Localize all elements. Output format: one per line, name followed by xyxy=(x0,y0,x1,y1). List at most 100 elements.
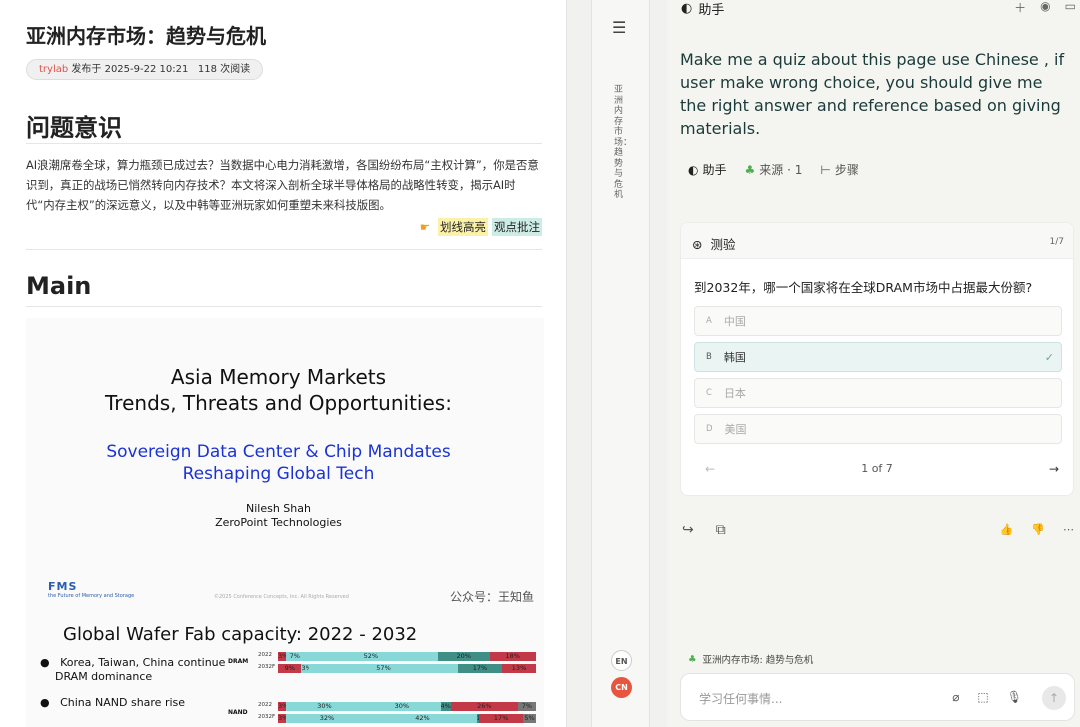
check-icon: ✓ xyxy=(1044,351,1054,364)
quiz-option-b[interactable]: B 韩国 ✓ xyxy=(694,342,1062,372)
dram-label: DRAM xyxy=(228,658,249,665)
divider xyxy=(26,306,542,307)
bar-segment: 13% xyxy=(502,664,536,673)
edit-icon[interactable]: ⧉ xyxy=(716,522,726,538)
comment-legend[interactable]: 观点批注 xyxy=(492,218,542,236)
assistant-logo-icon: ◐ xyxy=(688,162,699,177)
bar-segment: 30% xyxy=(363,702,441,711)
nand-label: NAND xyxy=(228,709,248,716)
slide-title-line2: Trends, Threats and Opportunities: xyxy=(105,391,452,415)
slide-image-capacity: Global Wafer Fab capacity: 2022 - 2032 ●… xyxy=(26,618,544,727)
bar-segment: 52% xyxy=(303,652,438,661)
menu-icon[interactable]: ☰ xyxy=(612,18,626,37)
more-icon[interactable]: ⋯ xyxy=(1063,523,1074,536)
bullet-item-continued: DRAM dominance xyxy=(55,670,153,683)
side-rail: ☰ 亚洲内存市场：趋势与危机 EN CN xyxy=(591,0,650,727)
intro-paragraph: AI浪潮席卷全球，算力瓶颈已成过去？当数据中心电力消耗激增，各国纷纷布局“主权计… xyxy=(26,158,539,212)
bar-segment: 3% xyxy=(301,664,310,673)
highlight-legend[interactable]: 划线高亮 xyxy=(438,218,488,236)
paperclip-icon[interactable]: ⌀ xyxy=(952,690,959,704)
pointing-hand-icon: ☛ xyxy=(419,220,430,234)
thumbs-down-icon[interactable]: 👎 xyxy=(1031,523,1045,536)
capacity-bar-row: 3%30%30%4%26%7% xyxy=(278,702,536,711)
bar-segment: 3% xyxy=(278,652,286,661)
screenshot-icon[interactable]: ⬚ xyxy=(977,690,988,704)
bar-segment: 42% xyxy=(368,714,477,723)
brain-icon: ⊛ xyxy=(692,237,703,252)
capacity-bar-row: 3%7%52%20%18% xyxy=(278,652,536,661)
bar-segment: 5% xyxy=(523,714,536,723)
bar-year-label: 2032F xyxy=(258,714,276,720)
read-count: 118 次阅读 xyxy=(197,64,251,75)
microphone-icon[interactable]: 🎙 xyxy=(1007,690,1022,704)
author-link[interactable]: trylab xyxy=(39,64,68,75)
publish-date: 发布于 2025-9-22 10:21 xyxy=(71,64,189,75)
cactus-icon: ♣ xyxy=(744,162,756,177)
context-label: 亚洲内存市场: 趋势与危机 xyxy=(702,655,814,666)
bar-segment: 20% xyxy=(437,652,490,661)
divider xyxy=(26,143,542,144)
article-meta: trylab 发布于 2025-9-22 10:21 118 次阅读 xyxy=(26,59,264,80)
annotation-legend: ☛ 划线高亮 观点批注 xyxy=(420,218,542,236)
section-heading: 问题意识 xyxy=(26,114,122,142)
bar-segment: 57% xyxy=(309,664,458,673)
vertical-doc-title: 亚洲内存市场：趋势与危机 xyxy=(614,85,633,200)
plus-icon[interactable]: ＋ xyxy=(1014,0,1026,16)
slide-copyright: ©2025 Conference Concepts, Inc. All Righ… xyxy=(214,594,349,600)
slide-image-title: Asia Memory Markets Trends, Threats and … xyxy=(26,318,544,618)
quiz-pager: 1 of 7 xyxy=(861,462,893,475)
feedback-actions: 👍 👎 ⋯ xyxy=(1000,523,1074,536)
slide-speaker: Nilesh Shah xyxy=(246,502,311,515)
capacity-bar-row: 3%32%42%1%17%5% xyxy=(278,714,536,723)
header-actions: ＋ ◉ ▭ xyxy=(1014,0,1076,16)
cactus-icon: ♣ xyxy=(688,653,697,665)
lang-cn-button[interactable]: CN xyxy=(611,677,632,698)
broadcast-icon[interactable]: ◉ xyxy=(1040,0,1050,16)
steps-icon: ⊢ xyxy=(820,162,831,177)
send-button[interactable]: ↑ xyxy=(1042,686,1066,710)
tab-steps[interactable]: ⊢ 步骤 xyxy=(820,161,858,178)
thumbs-up-icon[interactable]: 👍 xyxy=(1000,523,1014,536)
bar-segment: 18% xyxy=(489,652,536,661)
wechat-watermark: 公众号：王知鱼 xyxy=(449,590,534,604)
tab-sources[interactable]: ♣ 来源 · 1 xyxy=(745,161,803,178)
bar-segment: 9% xyxy=(278,664,302,673)
bar-segment: 17% xyxy=(479,714,524,723)
quiz-title: ⊛ 测验 xyxy=(692,237,736,252)
quiz-option-c[interactable]: C 日本 xyxy=(694,378,1062,408)
assistant-logo-icon: ◐ xyxy=(681,1,693,16)
article-title: 亚洲内存市场：趋势与危机 xyxy=(26,24,266,48)
quiz-card: ⊛ 测验 1/7 到2032年，哪一个国家将在全球DRAM市场中占据最大份额? … xyxy=(680,222,1074,496)
lang-en-button[interactable]: EN xyxy=(611,650,632,671)
response-tabs: ◐ 助手 ♣ 来源 · 1 ⊢ 步骤 xyxy=(688,161,859,178)
next-arrow-icon[interactable]: → xyxy=(1049,462,1059,476)
chat-input-box[interactable]: 学习任何事情... ⌀ ⬚ 🎙 ↑ xyxy=(680,673,1075,721)
divider xyxy=(26,249,542,250)
quiz-count: 1/7 xyxy=(1049,237,1064,247)
chat-input[interactable]: 学习任何事情... xyxy=(699,690,782,707)
slide2-title: Global Wafer Fab capacity: 2022 - 2032 xyxy=(63,624,418,645)
slide-title-line1: Asia Memory Markets xyxy=(170,365,387,389)
article-pane: 亚洲内存市场：趋势与危机 trylab 发布于 2025-9-22 10:21 … xyxy=(0,0,567,727)
context-chip: ♣ 亚洲内存市场: 趋势与危机 xyxy=(688,652,814,667)
user-prompt: Make me a quiz about this page use Chine… xyxy=(680,50,1065,138)
quiz-option-a[interactable]: A 中国 xyxy=(694,306,1062,336)
bar-segment: 3% xyxy=(278,714,286,723)
message-actions: ↪ ⧉ xyxy=(682,522,726,538)
bullet-item: ● China NAND share rise xyxy=(40,696,186,709)
share-icon[interactable]: ↪ xyxy=(682,522,694,538)
bar-year-label: 2022 xyxy=(258,702,272,708)
slide-subtitle-line1: Sovereign Data Center & Chip Mandates xyxy=(106,442,451,462)
bar-segment: 3% xyxy=(278,702,286,711)
quiz-header: ⊛ 测验 1/7 xyxy=(681,223,1073,259)
capacity-bar-row: 9%3%57%17%13% xyxy=(278,664,536,673)
tab-assistant[interactable]: ◐ 助手 xyxy=(688,161,727,178)
bar-segment: 7% xyxy=(517,702,536,711)
window-icon[interactable]: ▭ xyxy=(1065,0,1076,16)
quiz-question: 到2032年，哪一个国家将在全球DRAM市场中占据最大份额? xyxy=(694,280,1033,295)
fms-logo: FMS the Future of Memory and Storage xyxy=(48,580,135,599)
input-tools: ⌀ ⬚ 🎙 xyxy=(952,690,1022,704)
quiz-option-d[interactable]: D 美国 xyxy=(694,414,1062,444)
assistant-pane: ◐ 助手 ＋ ◉ ▭ Make me a quiz about this pag… xyxy=(667,0,1080,727)
assistant-header: ◐ 助手 xyxy=(681,0,724,18)
